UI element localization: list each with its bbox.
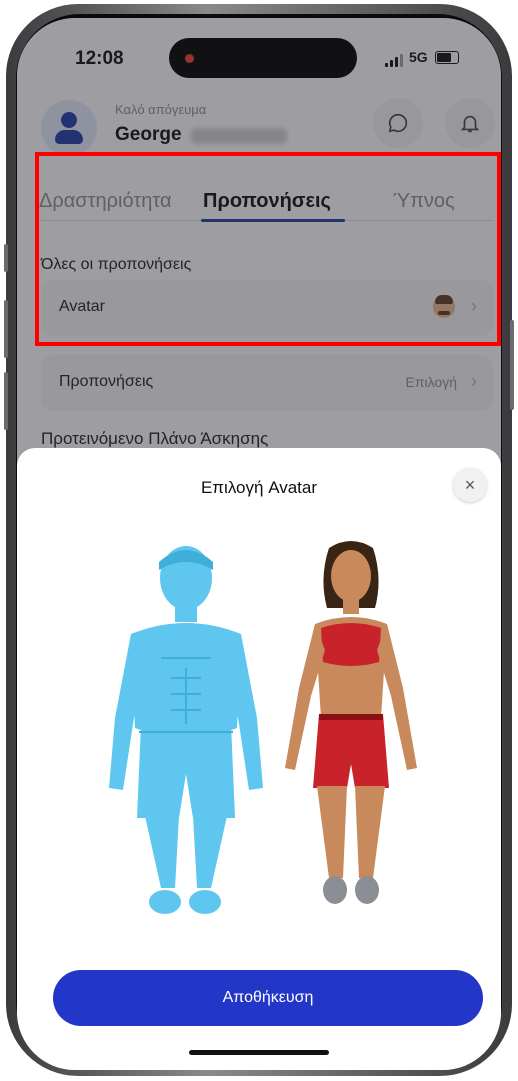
volume-down-button bbox=[4, 372, 8, 430]
volume-up-button bbox=[4, 300, 8, 358]
female-avatar-option[interactable] bbox=[271, 538, 431, 928]
highlight-box bbox=[35, 152, 501, 346]
male-avatar-option[interactable] bbox=[101, 538, 271, 928]
close-button[interactable]: × bbox=[453, 468, 487, 502]
sheet-title: Επιλογή Avatar bbox=[200, 478, 318, 497]
home-indicator bbox=[189, 1050, 329, 1055]
avatar-picker-sheet: Επιλογή Avatar × Αποθήκευση bbox=[17, 448, 501, 1070]
close-icon: × bbox=[464, 475, 476, 495]
save-button[interactable]: Αποθήκευση bbox=[53, 970, 483, 1026]
power-button bbox=[510, 320, 514, 410]
action-button bbox=[4, 244, 8, 272]
app-screen: 12:08 5G Καλό απόγευμα George Δραστηριότ… bbox=[17, 18, 501, 1070]
